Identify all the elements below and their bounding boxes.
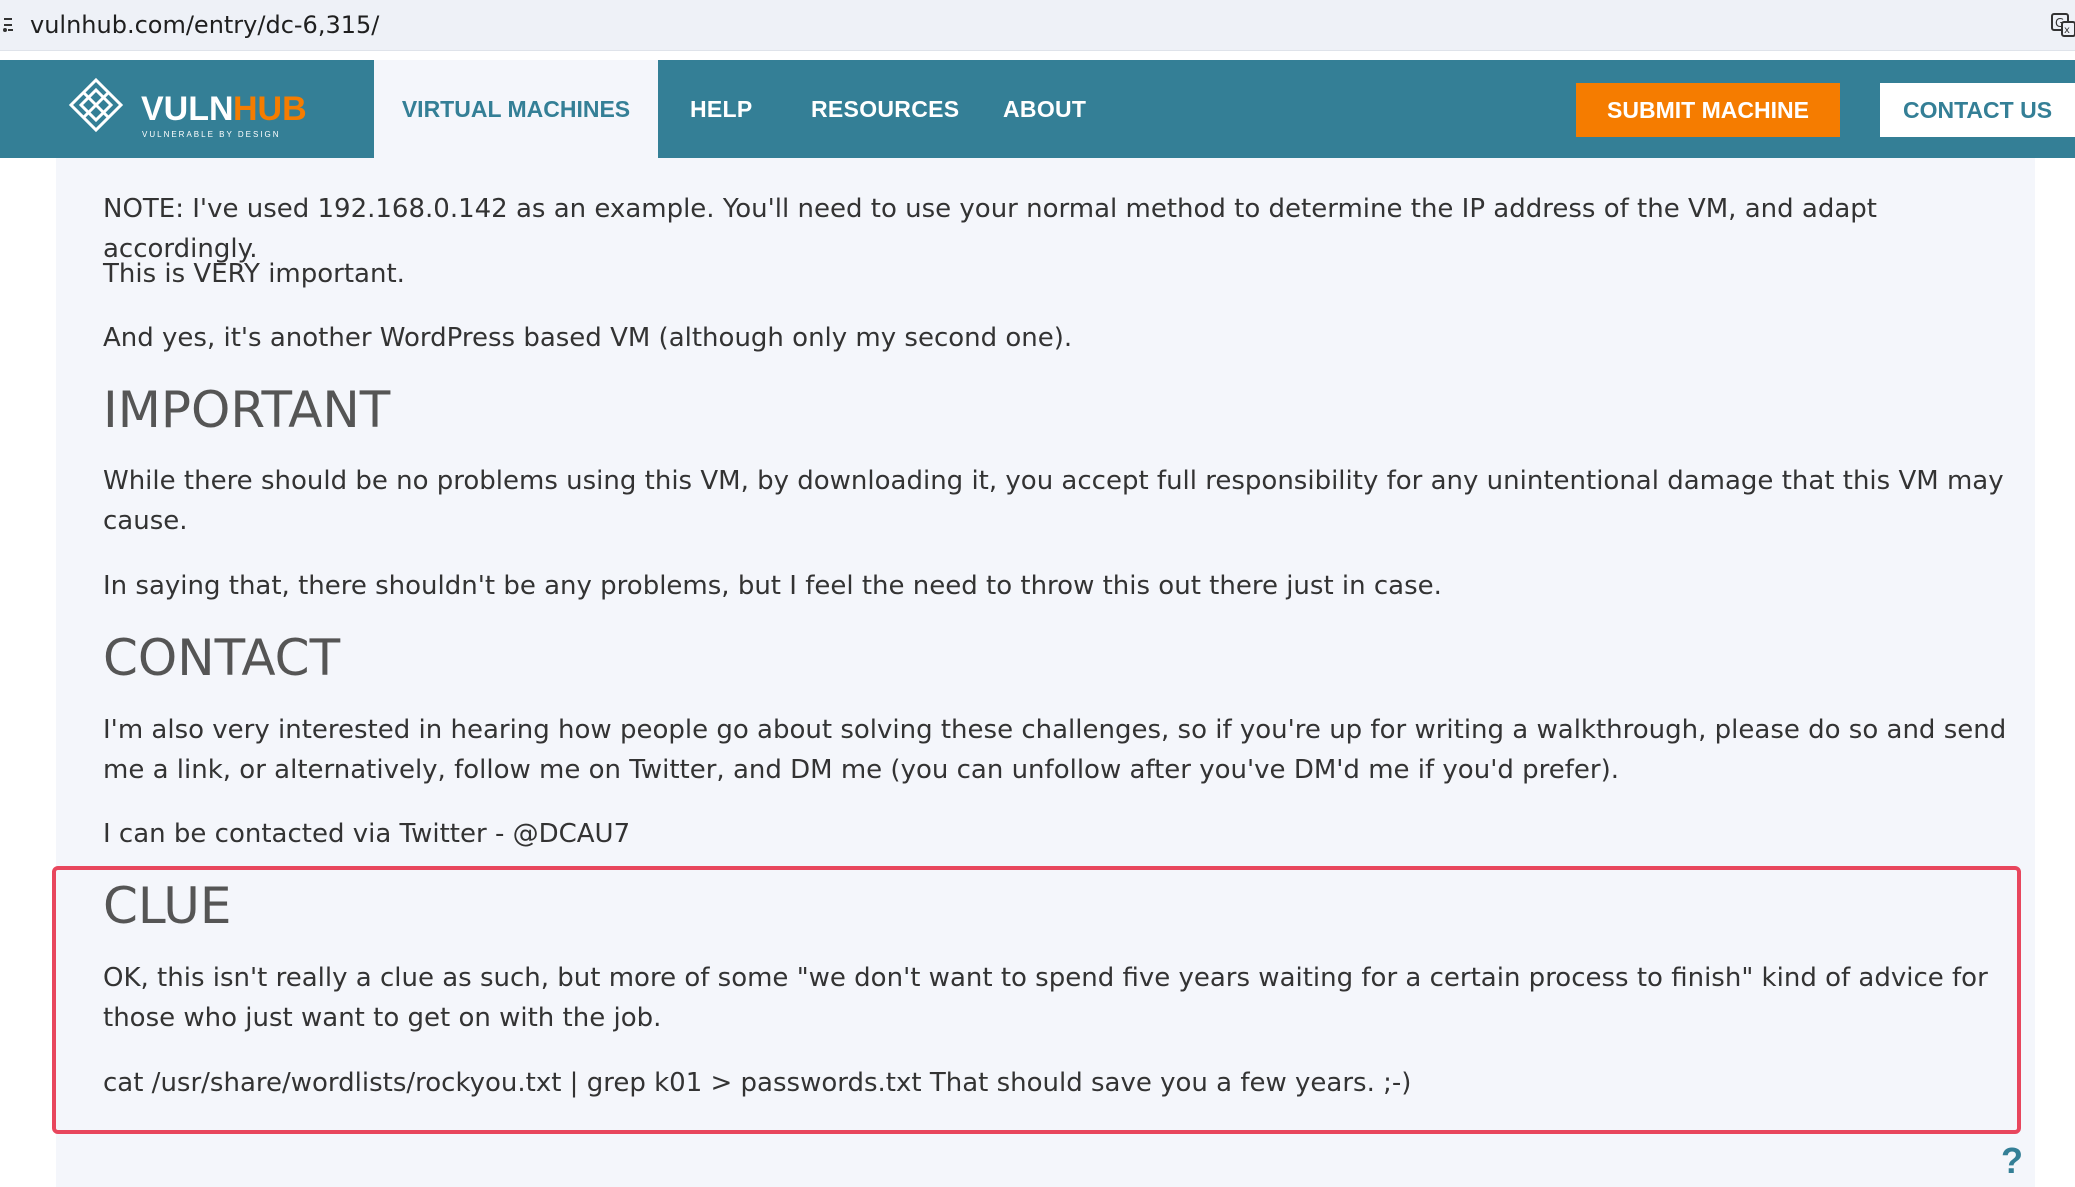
clue-paragraph-1: OK, this isn't really a clue as such, bu… (103, 963, 1988, 1033)
contact-heading: CONTACT (103, 629, 341, 687)
logo-tagline: VULNERABLE BY DESIGN (142, 130, 281, 139)
site-info-icon[interactable] (2, 15, 14, 35)
clue-heading: CLUE (103, 877, 232, 935)
contact-paragraph-2: I can be contacted via Twitter - @DCAU7 (103, 819, 631, 849)
contact-paragraph-1: I'm also very interested in hearing how … (103, 715, 2007, 785)
translate-icon[interactable]: G x (2050, 10, 2075, 38)
svg-text:x: x (2064, 25, 2070, 36)
logo-main-text: VULN (141, 90, 234, 128)
clue-paragraph-2: cat /usr/share/wordlists/rockyou.txt | g… (103, 1068, 1412, 1098)
nav-about[interactable]: ABOUT (1003, 60, 1086, 158)
question-icon[interactable]: ? (2001, 1140, 2023, 1182)
important-heading: IMPORTANT (103, 381, 391, 439)
nav-resources[interactable]: RESOURCES (811, 60, 959, 158)
logo-accent-text: HUB (233, 90, 306, 128)
very-important-paragraph: This is VERY important. (103, 259, 405, 289)
wordpress-paragraph: And yes, it's another WordPress based VM… (103, 323, 1073, 353)
vulnhub-logo[interactable]: VULN HUB VULNERABLE BY DESIGN (66, 75, 306, 145)
nav-help[interactable]: HELP (690, 60, 753, 158)
nav-virtual-machines[interactable]: VIRTUAL MACHINES (374, 60, 658, 158)
important-paragraph-2: In saying that, there shouldn't be any p… (103, 571, 1442, 601)
submit-machine-button[interactable]: SUBMIT MACHINE (1576, 83, 1840, 137)
contact-us-button[interactable]: CONTACT US (1880, 83, 2075, 137)
browser-address-bar: vulnhub.com/entry/dc-6,315/ G x (0, 0, 2075, 51)
important-paragraph-1: While there should be no problems using … (103, 466, 2004, 536)
address-url[interactable]: vulnhub.com/entry/dc-6,315/ (30, 8, 379, 42)
